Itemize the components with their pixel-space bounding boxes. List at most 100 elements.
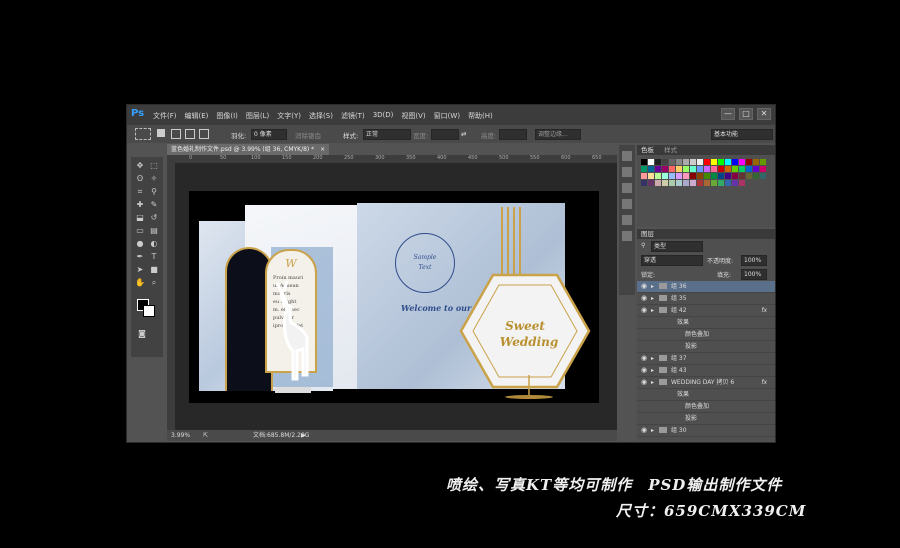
- intersect-selection-icon[interactable]: [199, 129, 209, 139]
- zoom-icon[interactable]: ⌕: [149, 278, 159, 288]
- refine-edge-button[interactable]: 调整边缘...: [535, 129, 581, 140]
- color-swatch[interactable]: [718, 166, 724, 172]
- color-swatch[interactable]: [718, 159, 724, 165]
- color-swatch[interactable]: [655, 180, 661, 186]
- close-button[interactable]: ✕: [757, 108, 771, 120]
- tab-styles[interactable]: 样式: [664, 146, 677, 154]
- brush-preset-icon[interactable]: [622, 231, 632, 241]
- menu-item[interactable]: 编辑(E): [185, 111, 209, 121]
- color-swatch[interactable]: [711, 180, 717, 186]
- menu-item[interactable]: 文字(Y): [277, 111, 301, 121]
- layer-group-row[interactable]: ◉ ▸ 组 37: [637, 353, 775, 365]
- color-swatch[interactable]: [683, 166, 689, 172]
- maximize-button[interactable]: □: [739, 108, 753, 120]
- visibility-eye-icon[interactable]: ◉: [641, 293, 647, 304]
- expand-arrow-icon[interactable]: ▸: [651, 365, 654, 376]
- path-select-icon[interactable]: ➤: [135, 265, 145, 275]
- document-tab[interactable]: 蓝色婚礼制作文件.psd @ 3.99% (组 36, CMYK/8) * ×: [167, 144, 330, 155]
- color-swatch[interactable]: [732, 173, 738, 179]
- eraser-icon[interactable]: ▭: [135, 226, 145, 236]
- color-swatch[interactable]: [739, 173, 745, 179]
- color-swatch[interactable]: [746, 166, 752, 172]
- layer-group-row[interactable]: ◉ ▸ WEDDING DAY 拷贝 6 fx: [637, 377, 775, 389]
- add-selection-icon[interactable]: [171, 129, 181, 139]
- color-swatch[interactable]: [760, 159, 766, 165]
- color-swatch[interactable]: [641, 173, 647, 179]
- color-swatch[interactable]: [697, 166, 703, 172]
- color-swatch[interactable]: [732, 166, 738, 172]
- color-swatch[interactable]: [760, 173, 766, 179]
- color-swatch[interactable]: [746, 173, 752, 179]
- fill-input[interactable]: 100%: [741, 269, 767, 280]
- color-swatch[interactable]: [648, 173, 654, 179]
- color-swatch[interactable]: [662, 159, 668, 165]
- expand-arrow-icon[interactable]: ▸: [651, 293, 654, 304]
- color-swatch[interactable]: [725, 159, 731, 165]
- layer-group-row[interactable]: ◉ ▸ 组 42 fx: [637, 305, 775, 317]
- hand-icon[interactable]: ✋: [135, 278, 145, 288]
- blend-mode-select[interactable]: 穿透: [641, 255, 703, 266]
- color-swatch[interactable]: [662, 173, 668, 179]
- move-icon[interactable]: ✥: [135, 161, 145, 171]
- color-swatch[interactable]: [753, 166, 759, 172]
- color-swatch[interactable]: [690, 173, 696, 179]
- layer-effect-row[interactable]: 效果: [637, 317, 775, 329]
- lasso-icon[interactable]: ʘ: [135, 174, 145, 184]
- blur-icon[interactable]: ●: [135, 239, 145, 249]
- color-swatch[interactable]: [641, 159, 647, 165]
- status-icon[interactable]: ⇱: [203, 430, 208, 441]
- menu-item[interactable]: 窗口(W): [434, 111, 460, 121]
- layers-tab[interactable]: 图层: [637, 229, 775, 239]
- color-swatch[interactable]: [683, 159, 689, 165]
- width-input[interactable]: [431, 129, 459, 140]
- layer-group-row[interactable]: ◉ ▸ 组 30: [637, 425, 775, 437]
- layer-effect-row[interactable]: 颜色叠加: [637, 329, 775, 341]
- document-canvas[interactable]: W Proin mauriut Aeneanmauriseu brightm. …: [189, 191, 599, 403]
- color-swatch[interactable]: [641, 166, 647, 172]
- color-swatch[interactable]: [676, 180, 682, 186]
- gradient-icon[interactable]: ▤: [149, 226, 159, 236]
- layer-group-row[interactable]: ◉ ▸ 组 43: [637, 365, 775, 377]
- properties-icon[interactable]: [622, 167, 632, 177]
- layer-group-row[interactable]: ◉ ▸ 组 35: [637, 293, 775, 305]
- color-swatch[interactable]: [704, 180, 710, 186]
- expand-arrow-icon[interactable]: ▸: [651, 305, 654, 316]
- visibility-eye-icon[interactable]: ◉: [641, 377, 647, 388]
- color-swatch[interactable]: [676, 159, 682, 165]
- menu-item[interactable]: 滤镜(T): [341, 111, 365, 121]
- color-swatch[interactable]: [676, 173, 682, 179]
- color-swatch[interactable]: [753, 159, 759, 165]
- visibility-eye-icon[interactable]: ◉: [641, 425, 647, 436]
- color-swatch[interactable]: [648, 180, 654, 186]
- marquee-icon[interactable]: ⬚: [149, 161, 159, 171]
- menu-item[interactable]: 视图(V): [401, 111, 425, 121]
- menu-item[interactable]: 选择(S): [309, 111, 333, 121]
- color-swatch[interactable]: [739, 180, 745, 186]
- subtract-selection-icon[interactable]: [185, 129, 195, 139]
- style-select[interactable]: 正常: [363, 129, 411, 140]
- color-swatch[interactable]: [725, 173, 731, 179]
- color-swatch[interactable]: [669, 166, 675, 172]
- fx-badge[interactable]: fx: [761, 377, 767, 388]
- color-swatch[interactable]: [746, 159, 752, 165]
- color-swatch[interactable]: [690, 180, 696, 186]
- color-swatch[interactable]: [711, 166, 717, 172]
- color-swatch[interactable]: [683, 173, 689, 179]
- color-swatch[interactable]: [662, 166, 668, 172]
- background-color-swatch[interactable]: [143, 305, 155, 317]
- color-swatch[interactable]: [725, 166, 731, 172]
- minimize-button[interactable]: —: [721, 108, 735, 120]
- layer-kind-select[interactable]: 类型: [651, 241, 703, 252]
- color-swatch[interactable]: [732, 180, 738, 186]
- color-swatch[interactable]: [739, 166, 745, 172]
- color-swatch[interactable]: [655, 159, 661, 165]
- color-swatch[interactable]: [725, 180, 731, 186]
- expand-arrow-icon[interactable]: ▸: [651, 281, 654, 292]
- eyedropper-icon[interactable]: ⚲: [149, 187, 159, 197]
- layer-effect-row[interactable]: 投影: [637, 413, 775, 425]
- antialias-checkbox[interactable]: 消除锯齿: [295, 130, 321, 140]
- tab-swatches[interactable]: 色板: [641, 146, 654, 154]
- color-swatch[interactable]: [690, 166, 696, 172]
- visibility-eye-icon[interactable]: ◉: [641, 353, 647, 364]
- menu-item[interactable]: 帮助(H): [468, 111, 493, 121]
